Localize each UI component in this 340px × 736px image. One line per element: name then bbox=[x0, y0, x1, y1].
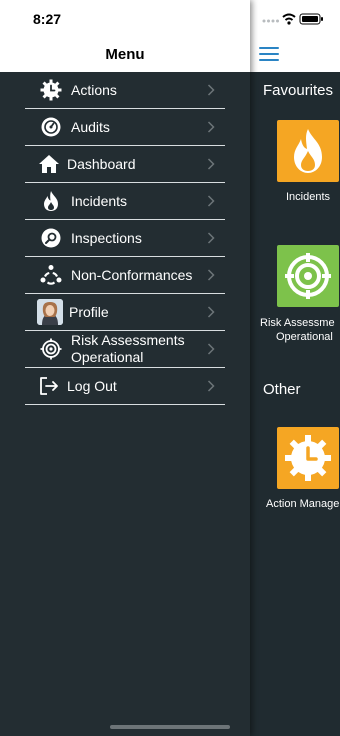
action-management-tile-label: Action Manage bbox=[266, 498, 340, 510]
risk-assessments-tile-label: Risk Assessme Operational bbox=[260, 316, 340, 344]
fire-icon bbox=[294, 129, 322, 173]
menu-item-inspections[interactable]: Inspections bbox=[25, 220, 225, 257]
menu-item-label: Dashboard bbox=[67, 155, 136, 172]
other-section-title: Other bbox=[263, 381, 301, 398]
menu-item-incidents[interactable]: Incidents bbox=[25, 183, 225, 220]
side-drawer: 8:27 Menu Actions Audits Dashboard Incid… bbox=[0, 0, 250, 736]
audits-dial-icon bbox=[37, 113, 65, 141]
menu-item-profile[interactable]: Profile bbox=[25, 294, 225, 331]
wifi-icon bbox=[282, 13, 296, 25]
menu-item-label: Non-Conformances bbox=[71, 266, 193, 283]
menu-item-risk-assessments[interactable]: Risk Assessments Operational bbox=[25, 331, 225, 368]
menu-list: Actions Audits Dashboard Incidents Inspe… bbox=[25, 72, 225, 405]
target-icon bbox=[285, 253, 331, 299]
chevron-right-icon bbox=[207, 121, 215, 133]
status-icons bbox=[262, 12, 324, 26]
logout-icon bbox=[35, 372, 63, 400]
incidents-tile-label: Incidents bbox=[285, 191, 331, 203]
chevron-right-icon bbox=[207, 306, 215, 318]
magnifier-icon bbox=[37, 224, 65, 252]
risk-assessments-tile[interactable] bbox=[277, 245, 339, 307]
avatar bbox=[37, 299, 63, 325]
target-icon bbox=[37, 335, 65, 363]
hamburger-menu-icon[interactable] bbox=[259, 47, 279, 61]
menu-title: Menu bbox=[105, 46, 145, 63]
chevron-right-icon bbox=[207, 158, 215, 170]
chevron-right-icon bbox=[207, 380, 215, 392]
home-indicator[interactable] bbox=[110, 725, 230, 729]
menu-item-non-conformances[interactable]: Non-Conformances bbox=[25, 257, 225, 294]
risk-assessments-tile-label-line2: Operational bbox=[276, 331, 333, 343]
menu-item-label: Log Out bbox=[67, 377, 117, 394]
favourites-section-title: Favourites bbox=[263, 82, 334, 99]
menu-item-label: Profile bbox=[69, 303, 109, 320]
chevron-right-icon bbox=[207, 343, 215, 355]
risk-assessments-tile-label-line1: Risk Assessme bbox=[260, 317, 335, 329]
signal-icon bbox=[262, 19, 279, 23]
gear-clock-icon bbox=[285, 435, 331, 481]
action-management-tile[interactable] bbox=[277, 427, 339, 489]
status-time: 8:27 bbox=[33, 11, 62, 27]
home-icon bbox=[35, 150, 63, 178]
menu-item-dashboard[interactable]: Dashboard bbox=[25, 146, 225, 183]
menu-item-log-out[interactable]: Log Out bbox=[25, 368, 225, 405]
menu-item-label: Incidents bbox=[71, 192, 128, 209]
non-conformance-icon bbox=[37, 261, 65, 289]
menu-item-label: Audits bbox=[71, 118, 110, 135]
chevron-right-icon bbox=[207, 84, 215, 96]
menu-item-audits[interactable]: Audits bbox=[25, 109, 225, 146]
menu-item-actions[interactable]: Actions bbox=[25, 72, 225, 109]
battery-icon bbox=[299, 13, 323, 25]
fire-icon bbox=[37, 187, 65, 215]
chevron-right-icon bbox=[207, 269, 215, 281]
menu-item-label: Actions bbox=[71, 81, 117, 98]
incidents-tile[interactable] bbox=[277, 120, 339, 182]
actions-gear-clock-icon bbox=[37, 76, 65, 104]
chevron-right-icon bbox=[207, 232, 215, 244]
menu-item-label: Inspections bbox=[71, 229, 142, 246]
chevron-right-icon bbox=[207, 195, 215, 207]
menu-item-label: Risk Assessments Operational bbox=[71, 332, 185, 365]
